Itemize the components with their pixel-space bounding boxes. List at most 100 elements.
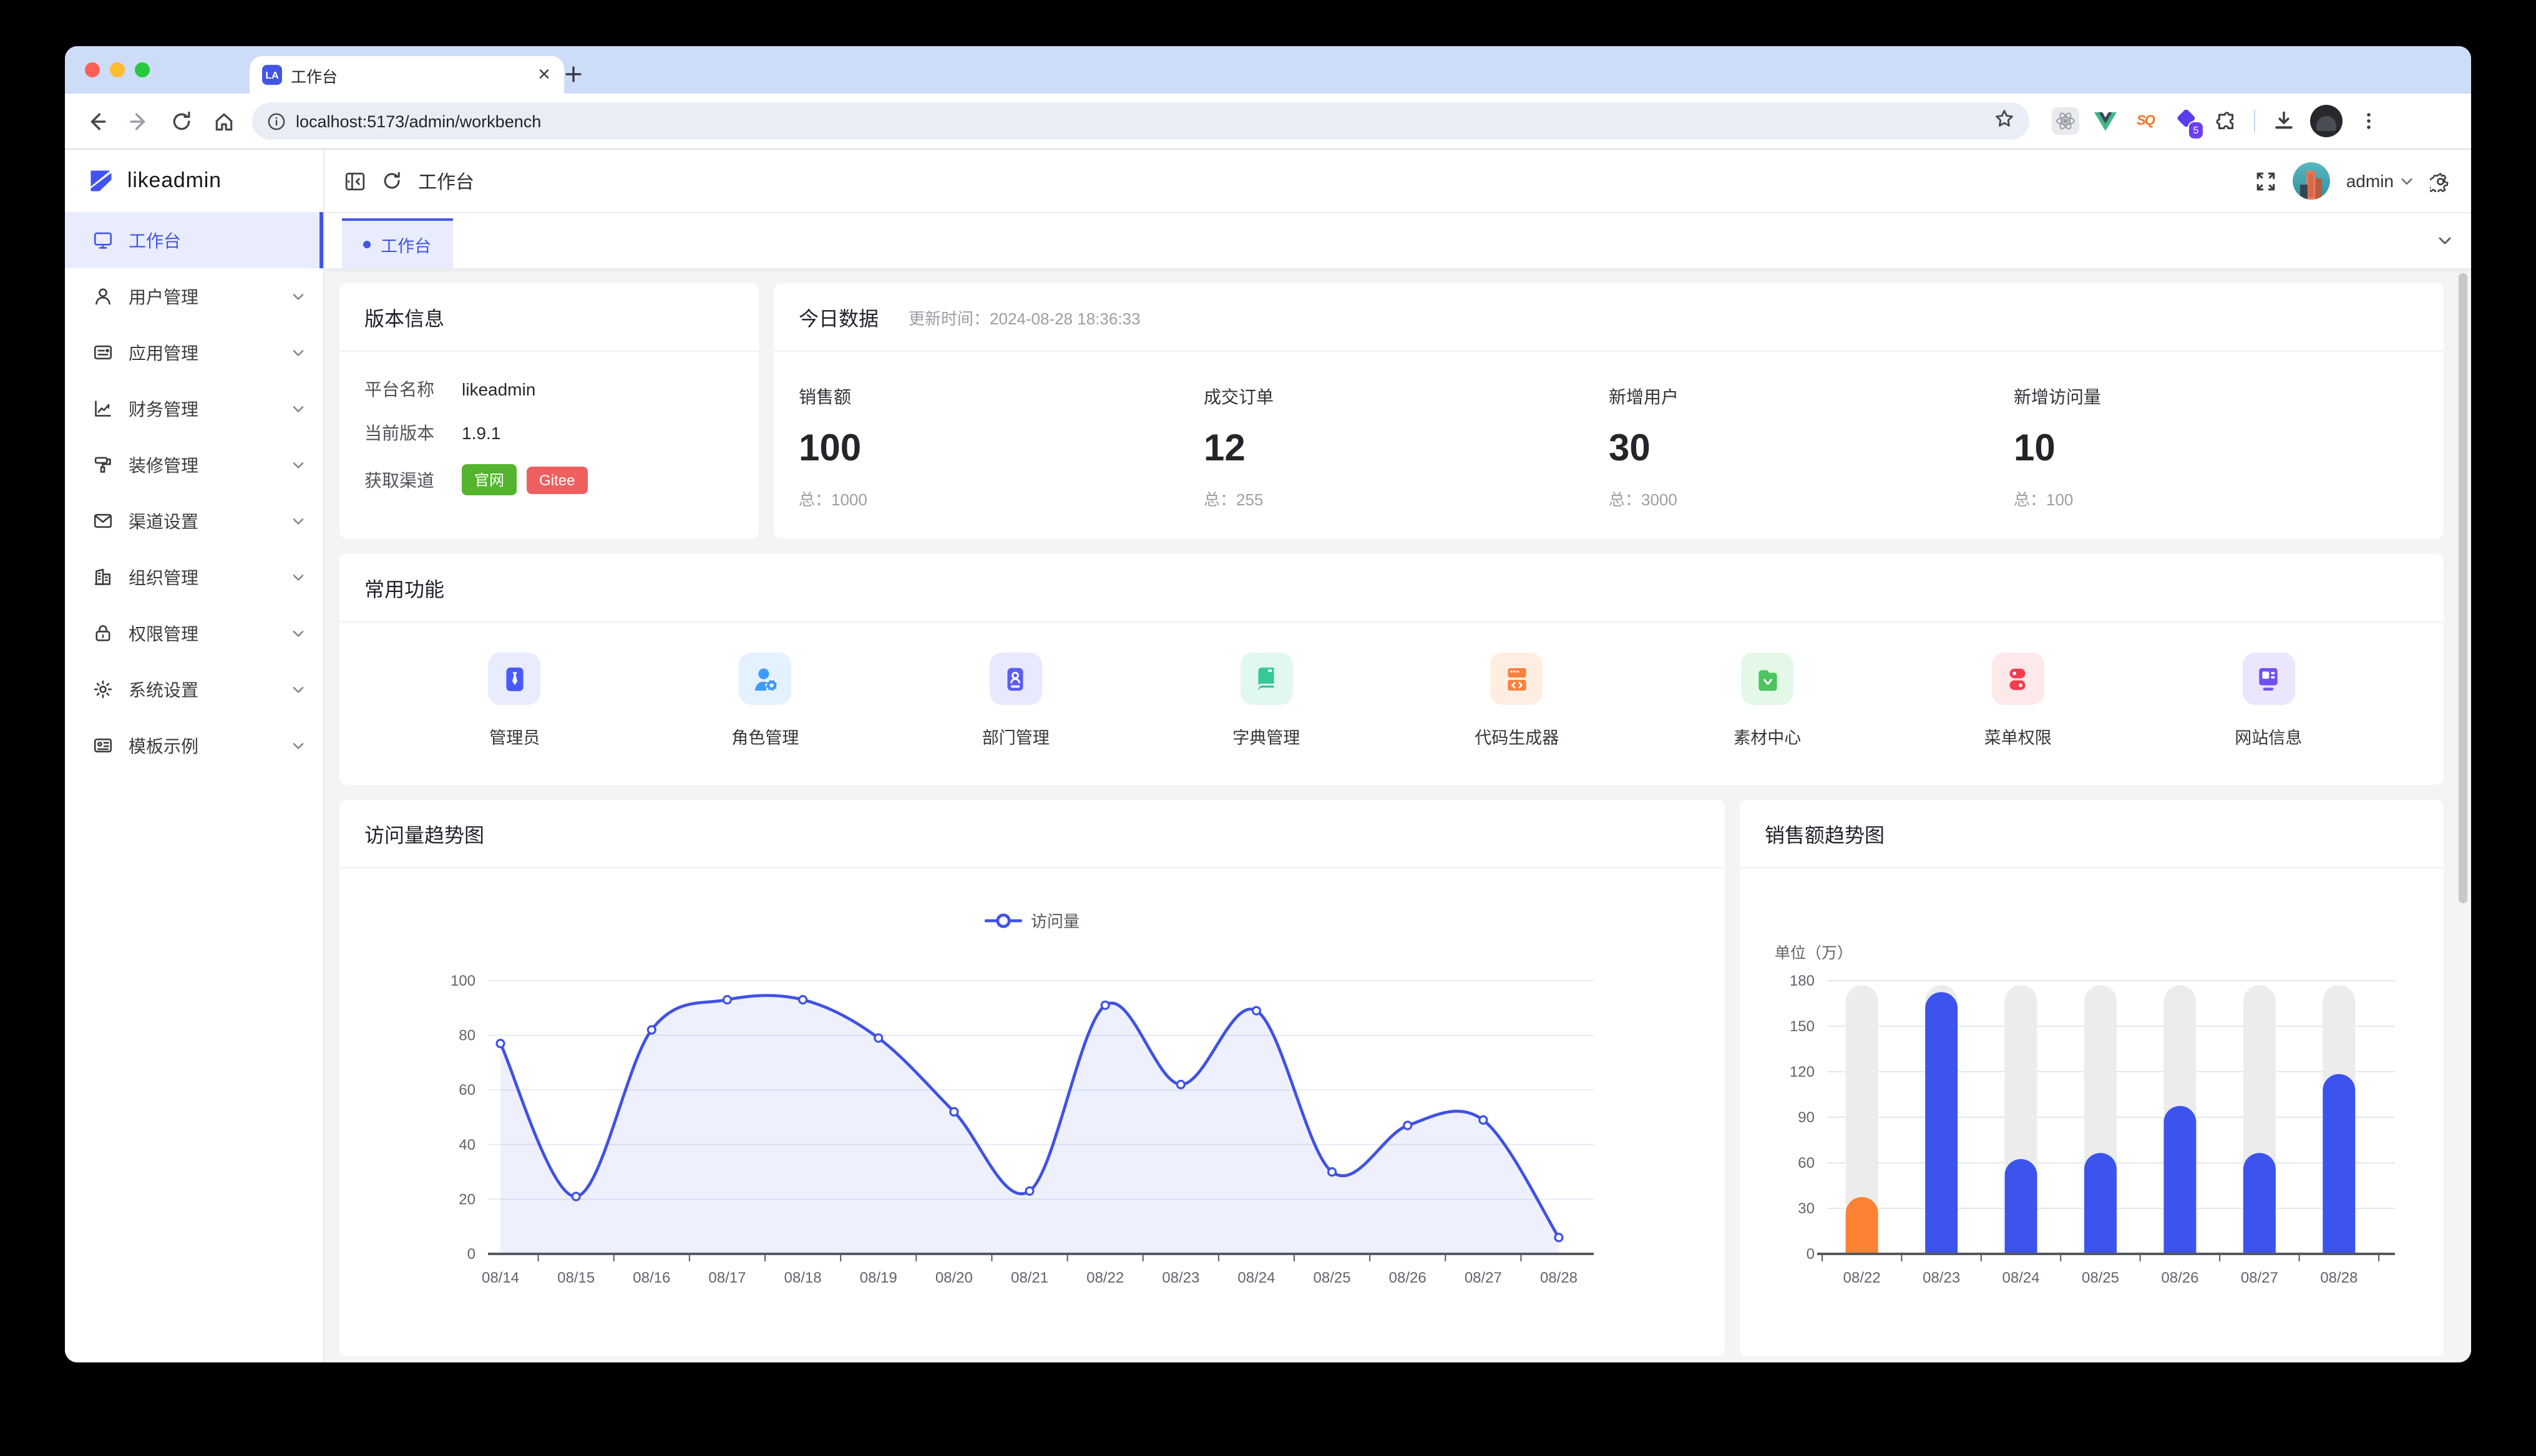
user-avatar[interactable] [2293, 162, 2330, 200]
extensions-puzzle-icon[interactable] [2212, 107, 2239, 135]
svg-text:60: 60 [1798, 1155, 1815, 1172]
bookmark-star-icon[interactable] [1994, 108, 2014, 134]
page-tab-workbench[interactable]: 工作台 [342, 218, 452, 268]
svg-text:08/25: 08/25 [1314, 1269, 1351, 1286]
maximize-window-button[interactable] [135, 62, 150, 77]
quick-item-label: 字典管理 [1232, 724, 1300, 749]
sidebar-item-label: 工作台 [129, 228, 306, 253]
svg-text:30: 30 [1798, 1200, 1815, 1217]
svg-text:单位（万）: 单位（万） [1775, 944, 1853, 962]
minimize-window-button[interactable] [110, 62, 125, 77]
chevron-down-icon [291, 626, 306, 641]
site-info-icon [2242, 653, 2295, 705]
quick-item-菜单权限[interactable]: 菜单权限 [1893, 653, 2143, 749]
svg-text:100: 100 [451, 973, 476, 989]
sidebar-item-装修管理[interactable]: 装修管理 [65, 437, 323, 493]
sidebar-item-模板示例[interactable]: 模板示例 [65, 717, 323, 774]
quick-item-部门管理[interactable]: 部门管理 [890, 653, 1141, 749]
quick-item-字典管理[interactable]: 字典管理 [1141, 653, 1392, 749]
today-data-card: 今日数据 更新时间：2024-08-28 18:36:33 销售额100总：10… [774, 283, 2444, 539]
svg-text:08/17: 08/17 [708, 1269, 746, 1286]
tab-title: 工作台 [291, 63, 525, 87]
browser-menu-icon[interactable] [2355, 107, 2382, 135]
collapse-sidebar-icon[interactable] [344, 170, 366, 192]
settings-gear-icon[interactable] [2430, 170, 2451, 192]
username-dropdown[interactable]: admin [2346, 171, 2414, 191]
svg-text:08/26: 08/26 [2161, 1269, 2198, 1286]
svg-text:90: 90 [1798, 1109, 1815, 1126]
quick-item-label: 角色管理 [731, 724, 799, 749]
close-window-button[interactable] [85, 62, 100, 77]
tab-close-icon[interactable]: ✕ [534, 65, 554, 85]
version-row-value: 1.9.1 [462, 423, 500, 443]
browser-profile-avatar[interactable] [2310, 105, 2343, 137]
app-logo[interactable]: likeadmin [65, 150, 323, 212]
app-logo-text: likeadmin [127, 168, 222, 193]
svg-text:08/15: 08/15 [557, 1269, 595, 1286]
sales-chart-title: 销售额趋势图 [1740, 800, 2444, 868]
fullscreen-icon[interactable] [2255, 170, 2276, 192]
visits-line-chart: 访问量 02040608010008/1408/1508/1608/1708/1… [339, 868, 1725, 1357]
chevron-down-icon [291, 738, 306, 753]
react-devtools-icon[interactable] [2052, 107, 2079, 135]
channel-tag-官网[interactable]: 官网 [462, 464, 517, 495]
address-bar[interactable]: localhost:5173/admin/workbench [252, 102, 2029, 140]
stat-label: 成交订单 [1204, 384, 1609, 409]
downloads-icon[interactable] [2270, 107, 2298, 135]
reload-button[interactable] [162, 102, 200, 140]
sidebar-item-系统设置[interactable]: 系统设置 [65, 661, 323, 717]
content-scrollbar[interactable] [2459, 273, 2467, 903]
forward-button[interactable] [120, 102, 157, 140]
back-button[interactable] [77, 102, 115, 140]
browser-tab[interactable]: LA 工作台 ✕ [250, 56, 564, 94]
sales-bar-chart: 单位（万）030609012015018008/2208/2308/2408/2… [1740, 868, 2444, 1357]
sidebar-item-财务管理[interactable]: 财务管理 [65, 381, 323, 437]
svg-text:08/28: 08/28 [1540, 1269, 1578, 1286]
sidebar-item-应用管理[interactable]: 应用管理 [65, 324, 323, 381]
quick-item-label: 网站信息 [2235, 724, 2302, 749]
sidebar-item-工作台[interactable]: 工作台 [65, 212, 323, 268]
quick-item-角色管理[interactable]: 角色管理 [640, 653, 891, 749]
sidebar-item-组织管理[interactable]: 组织管理 [65, 549, 323, 605]
svg-text:08/28: 08/28 [2320, 1269, 2358, 1286]
site-info-icon[interactable] [267, 112, 286, 130]
sidebar-item-权限管理[interactable]: 权限管理 [65, 605, 323, 661]
visits-chart-title: 访问量趋势图 [339, 800, 1725, 868]
chevron-down-icon [291, 401, 306, 416]
channel-label: 获取渠道 [364, 467, 462, 492]
channel-tag-Gitee[interactable]: Gitee [527, 466, 587, 493]
stat-新增用户: 新增用户30总：3000 [1609, 384, 2014, 510]
sq-extension-icon[interactable]: SQ [2132, 107, 2159, 135]
stat-value: 100 [799, 428, 1204, 470]
svg-text:08/23: 08/23 [1923, 1269, 1960, 1286]
purple-extension-icon[interactable]: 5 [2172, 107, 2199, 135]
svg-text:08/21: 08/21 [1011, 1269, 1048, 1286]
quick-item-label: 素材中心 [1734, 724, 1801, 749]
role-icon [739, 653, 791, 705]
quick-item-素材中心[interactable]: 素材中心 [1642, 653, 1893, 749]
version-row-value: likeadmin [462, 379, 535, 399]
sidebar-item-用户管理[interactable]: 用户管理 [65, 268, 323, 324]
tabbar-chevron-down-icon[interactable] [2436, 232, 2454, 250]
new-tab-button[interactable] [557, 57, 589, 90]
refresh-page-icon[interactable] [382, 171, 402, 191]
quick-item-网站信息[interactable]: 网站信息 [2143, 653, 2394, 749]
svg-text:40: 40 [459, 1137, 476, 1153]
home-button[interactable] [205, 102, 242, 140]
quick-item-管理员[interactable]: 管理员 [389, 653, 640, 749]
workbench-content: 版本信息 平台名称likeadmin当前版本1.9.1获取渠道官网Gitee 今… [324, 268, 2471, 1362]
svg-text:0: 0 [467, 1246, 476, 1263]
stat-label: 新增用户 [1609, 384, 2014, 409]
url-text[interactable]: localhost:5173/admin/workbench [296, 112, 541, 130]
browser-tabstrip: LA 工作台 ✕ [65, 46, 2471, 94]
vue-devtools-icon[interactable] [2092, 107, 2119, 135]
quick-item-代码生成器[interactable]: 代码生成器 [1392, 653, 1642, 749]
sidebar: likeadmin 工作台用户管理应用管理财务管理装修管理渠道设置组织管理权限管… [65, 150, 324, 1362]
version-row-label: 平台名称 [364, 377, 462, 402]
sidebar-item-渠道设置[interactable]: 渠道设置 [65, 493, 323, 549]
stat-新增访问量: 新增访问量10总：100 [2014, 384, 2419, 510]
dict-book-icon [1240, 653, 1292, 705]
page-tabbar: 工作台 [324, 213, 2471, 268]
org-icon [92, 566, 114, 588]
sidebar-item-label: 组织管理 [129, 565, 276, 590]
